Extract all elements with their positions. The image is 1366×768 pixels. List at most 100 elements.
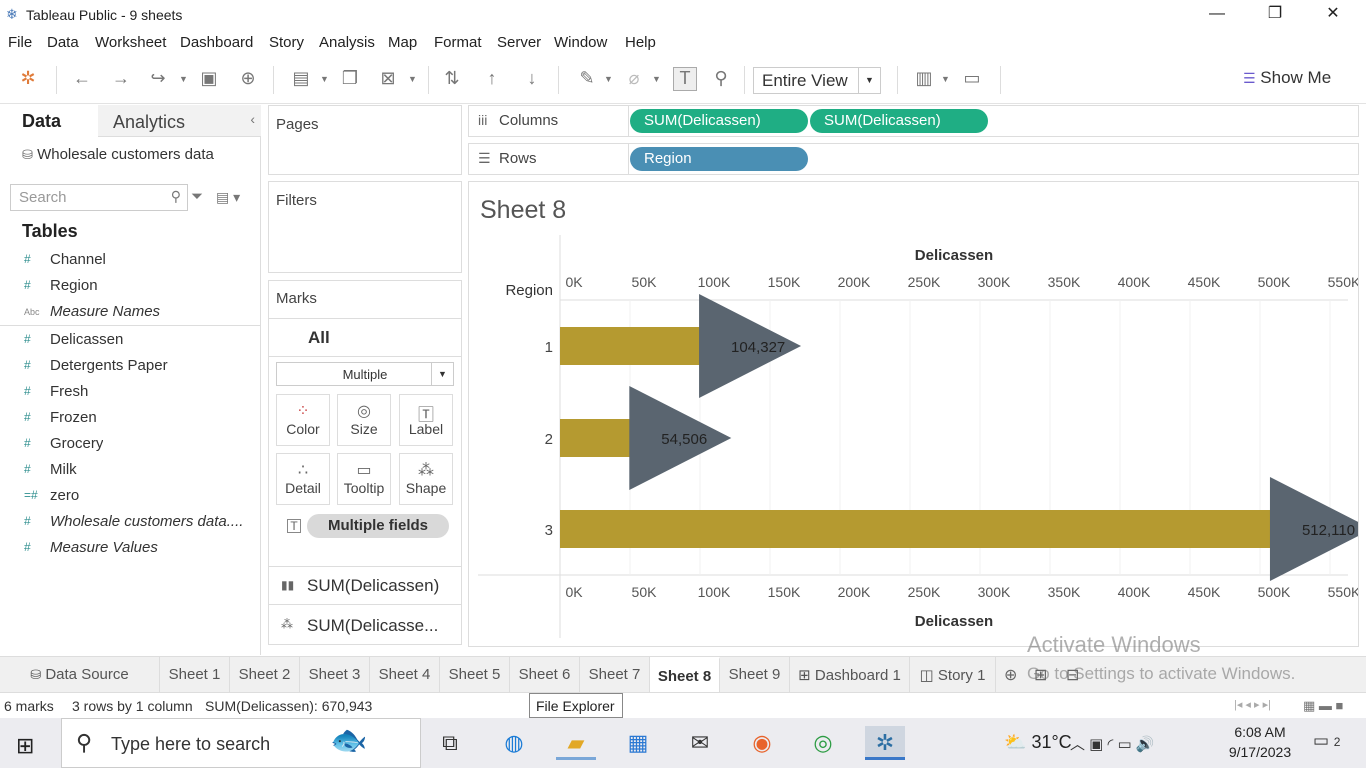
maximize-button[interactable]: ❐: [1246, 0, 1304, 30]
start-button[interactable]: ⊞: [16, 733, 34, 759]
pages-card[interactable]: Pages: [268, 105, 462, 175]
weather-widget[interactable]: ⛅ 31°C: [1004, 732, 1072, 753]
size-button[interactable]: ◎ Size: [337, 394, 391, 446]
field-frozen[interactable]: # Frozen: [0, 405, 260, 431]
edge-icon[interactable]: ◍: [494, 726, 534, 760]
field-milk[interactable]: # Milk: [0, 457, 260, 483]
chrome-icon[interactable]: ◎: [803, 726, 843, 760]
bar-chart[interactable]: 0K0K50K50K100K100K150K150K200K200K250K25…: [468, 230, 1358, 640]
label-button[interactable]: 🅃 Label: [399, 394, 453, 446]
menu-help[interactable]: Help: [625, 34, 656, 51]
sort-ascending-icon[interactable]: ↑: [480, 68, 504, 89]
mark-type-dropdown[interactable]: Multiple ▼: [276, 362, 454, 386]
undo-icon[interactable]: ←: [70, 68, 94, 89]
tab-sheet-1[interactable]: Sheet 1: [160, 657, 230, 693]
firefox-icon[interactable]: ◉: [742, 726, 782, 760]
datasource-item[interactable]: ⛁ Wholesale customers data: [22, 146, 214, 163]
rows-pill-region[interactable]: Region: [630, 147, 808, 171]
tab-analytics[interactable]: Analytics ‹: [98, 105, 261, 137]
duplicate-sheet-icon[interactable]: ❐: [338, 68, 362, 89]
field-fresh[interactable]: # Fresh: [0, 379, 260, 405]
marks-all-tab[interactable]: All: [269, 318, 461, 357]
filter-icon[interactable]: ⏷: [191, 188, 203, 205]
new-datasource-icon[interactable]: ⊕: [236, 68, 260, 89]
fit-dropdown[interactable]: Entire View ▼: [753, 67, 881, 94]
new-worksheet-icon[interactable]: ⊕: [1004, 665, 1017, 685]
group-icon[interactable]: ⌀: [622, 68, 646, 89]
menu-window[interactable]: Window: [554, 34, 607, 51]
show-mark-labels-icon[interactable]: T: [673, 67, 697, 91]
columns-pill-1[interactable]: SUM(Delicassen): [630, 109, 808, 133]
field-region[interactable]: # Region: [0, 273, 260, 299]
view-options-icon[interactable]: ▤ ▾: [216, 189, 240, 206]
multiple-fields-pill[interactable]: Multiple fields: [307, 514, 449, 538]
menu-map[interactable]: Map: [388, 34, 417, 51]
pin-icon[interactable]: ⚲: [709, 68, 733, 89]
field-zero[interactable]: =# zero: [0, 483, 260, 509]
field-detergents-paper[interactable]: # Detergents Paper: [0, 353, 260, 379]
tab-sheet-8[interactable]: Sheet 8: [650, 657, 720, 693]
replay-icon[interactable]: ↪: [146, 68, 170, 89]
show-me-button[interactable]: ☰ Show Me: [1243, 68, 1331, 88]
menu-story[interactable]: Story: [269, 34, 304, 51]
redo-icon[interactable]: →: [109, 68, 133, 89]
search-input[interactable]: Search ⚲: [10, 184, 188, 211]
system-tray-icons[interactable]: ︿ ▣ ◜ ▭ 🔊: [1070, 733, 1155, 754]
filters-card[interactable]: Filters: [268, 181, 462, 273]
new-worksheet-icon[interactable]: ▤: [289, 68, 313, 89]
presentation-mode-icon[interactable]: ▭: [960, 68, 984, 89]
menu-format[interactable]: Format: [434, 34, 482, 51]
shape-button[interactable]: ⁂ Shape: [399, 453, 453, 505]
menu-dashboard[interactable]: Dashboard: [180, 34, 253, 51]
tab-dashboard-1[interactable]: ⊞ Dashboard 1: [790, 657, 910, 693]
field-delicassen[interactable]: # Delicassen: [0, 327, 260, 353]
menu-server[interactable]: Server: [497, 34, 541, 51]
close-button[interactable]: ✕: [1304, 0, 1362, 30]
tab-sheet-5[interactable]: Sheet 5: [440, 657, 510, 693]
tableau-logo-icon[interactable]: ✲: [16, 68, 40, 89]
mail-icon[interactable]: ✉: [680, 726, 720, 760]
clock[interactable]: 6:08 AM 9/17/2023: [1218, 722, 1302, 762]
tab-sheet-2[interactable]: Sheet 2: [230, 657, 300, 693]
tooltip-button[interactable]: ▭ Tooltip: [337, 453, 391, 505]
tableau-taskbar-icon[interactable]: ✲: [865, 726, 905, 760]
menu-worksheet[interactable]: Worksheet: [95, 34, 166, 51]
store-icon[interactable]: ▦: [618, 726, 658, 760]
show-cards-icon[interactable]: ▥: [912, 68, 936, 89]
sheet-sorter-icon[interactable]: ▦ ▬ ■: [1303, 698, 1343, 714]
tab-sheet-7[interactable]: Sheet 7: [580, 657, 650, 693]
tab-sheet-4[interactable]: Sheet 4: [370, 657, 440, 693]
tab-sheet-3[interactable]: Sheet 3: [300, 657, 370, 693]
task-view-icon[interactable]: ⧉: [430, 726, 470, 760]
minimize-button[interactable]: —: [1188, 0, 1246, 30]
menu-analysis[interactable]: Analysis: [319, 34, 375, 51]
tab-story-1[interactable]: ◫ Story 1: [910, 657, 996, 693]
highlight-icon[interactable]: ✎: [575, 68, 599, 89]
tab-sheet-6[interactable]: Sheet 6: [510, 657, 580, 693]
menu-file[interactable]: File: [8, 34, 32, 51]
tab-data[interactable]: Data: [22, 111, 61, 132]
file-explorer-icon[interactable]: ▰: [556, 726, 596, 760]
field-wholesale-count[interactable]: # Wholesale customers data....: [0, 509, 260, 535]
columns-pill-2[interactable]: SUM(Delicassen): [810, 109, 988, 133]
measure-card-2[interactable]: ⁂ SUM(Delicasse...: [269, 607, 461, 645]
menu-data[interactable]: Data: [47, 34, 79, 51]
measure-card-1[interactable]: ▮▮ SUM(Delicassen): [269, 566, 461, 605]
clear-sheet-icon[interactable]: ⊠: [376, 68, 400, 89]
detail-button[interactable]: ∴ Detail: [276, 453, 330, 505]
taskbar-search[interactable]: ⚲ Type here to search 🐟: [61, 718, 421, 768]
field-channel[interactable]: # Channel: [0, 247, 260, 273]
swap-icon[interactable]: ⇅: [440, 68, 464, 89]
rows-shelf[interactable]: ☰ Rows Region: [468, 143, 1359, 175]
tab-data-source[interactable]: ⛁ Data Source: [0, 657, 160, 693]
columns-shelf[interactable]: iii Columns SUM(Delicassen) SUM(Delicasse…: [468, 105, 1359, 137]
field-measure-values[interactable]: # Measure Values: [0, 535, 260, 561]
collapse-pane-icon[interactable]: ‹: [250, 111, 255, 127]
field-grocery[interactable]: # Grocery: [0, 431, 260, 457]
sort-descending-icon[interactable]: ↓: [520, 68, 544, 89]
field-measure-names[interactable]: Abc Measure Names: [0, 299, 260, 326]
tab-sheet-9[interactable]: Sheet 9: [720, 657, 790, 693]
color-button[interactable]: ⁘ Color: [276, 394, 330, 446]
notifications-button[interactable]: ▭ 2: [1313, 731, 1340, 751]
save-icon[interactable]: ▣: [197, 68, 221, 89]
